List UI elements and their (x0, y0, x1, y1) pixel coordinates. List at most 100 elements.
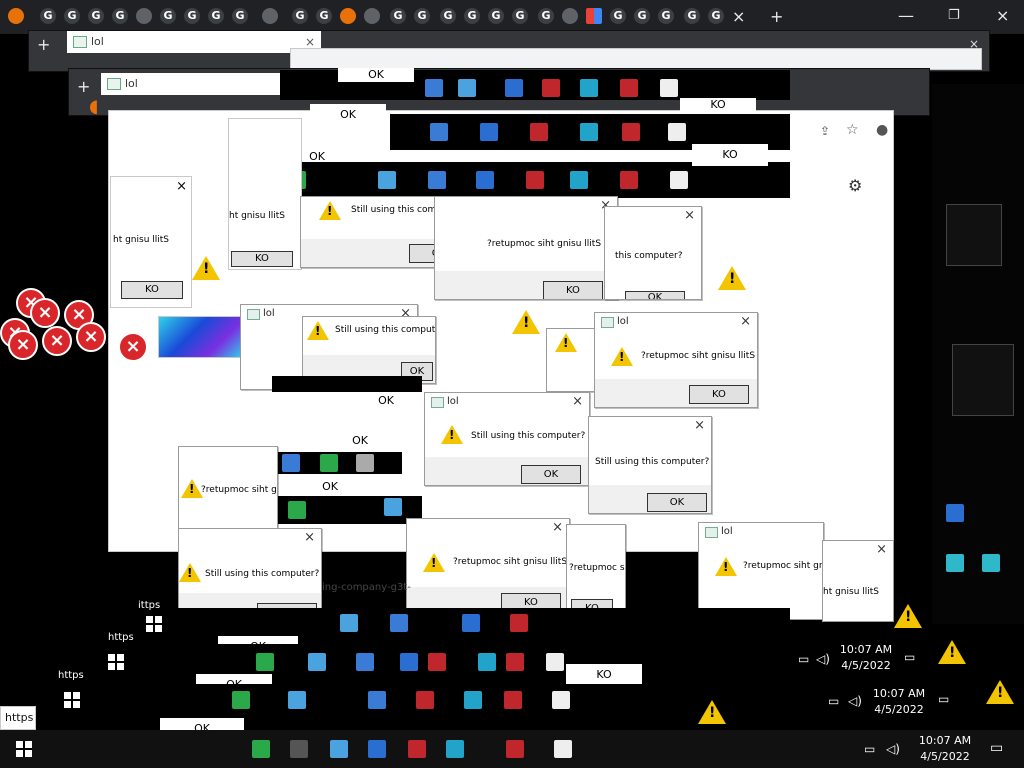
google-g-icon[interactable] (390, 8, 406, 24)
app-icon[interactable] (428, 171, 446, 189)
app-icon[interactable] (580, 79, 598, 97)
chrome-icon[interactable] (320, 454, 338, 472)
globe-icon[interactable] (562, 8, 578, 24)
google-g-icon[interactable] (488, 8, 504, 24)
ok-button[interactable]: OK (625, 291, 685, 299)
close-icon[interactable]: × (176, 179, 187, 194)
google-g-icon[interactable] (684, 8, 700, 24)
notification-icon[interactable]: ▭ (938, 692, 949, 706)
app-icon[interactable] (462, 614, 480, 632)
globe-icon[interactable] (262, 8, 278, 24)
calculator-icon[interactable] (668, 123, 686, 141)
close-icon[interactable]: × (684, 208, 695, 223)
settings-icon[interactable]: ⚙ (848, 176, 862, 195)
toolbox-icon[interactable] (408, 740, 426, 758)
google-g-icon[interactable] (208, 8, 224, 24)
toolbox-icon[interactable] (428, 653, 446, 671)
windows-start-icon[interactable] (16, 741, 32, 757)
google-g-icon[interactable] (112, 8, 128, 24)
ok-button[interactable]: KO (543, 281, 603, 299)
chrome-icon[interactable] (256, 653, 274, 671)
close-window-button[interactable]: × (996, 8, 1009, 24)
app-icon[interactable] (458, 79, 476, 97)
address-bar[interactable] (290, 48, 982, 70)
globe-icon[interactable] (136, 8, 152, 24)
profile-icon[interactable]: ● (876, 122, 888, 138)
close-icon[interactable]: × (552, 520, 563, 535)
ok-button[interactable]: KO (566, 664, 642, 686)
close-icon[interactable]: × (876, 542, 887, 557)
toolbox-icon[interactable] (506, 740, 524, 758)
toolbox-icon[interactable] (504, 691, 522, 709)
new-tab-button[interactable]: + (37, 37, 50, 53)
chrome-icon[interactable] (288, 501, 306, 519)
app-icon[interactable] (368, 740, 386, 758)
app-icon[interactable] (384, 498, 402, 516)
ok-button[interactable]: KO (231, 251, 293, 267)
app-icon[interactable] (446, 740, 464, 758)
app-icon[interactable] (464, 691, 482, 709)
app-icon[interactable] (356, 454, 374, 472)
close-icon[interactable]: × (304, 530, 315, 545)
chrome-icon[interactable] (8, 8, 24, 24)
taskbar-clock[interactable]: 10:07 AM 4/5/2022 (868, 686, 930, 718)
network-icon[interactable]: ▭ (798, 652, 809, 666)
ok-button[interactable]: OK (310, 104, 386, 126)
volume-icon[interactable]: ◁) (816, 652, 830, 666)
taskbar-clock[interactable]: 10:07 AM 4/5/2022 (834, 642, 898, 674)
google-g-icon[interactable] (538, 8, 554, 24)
microsoft-icon[interactable] (586, 8, 602, 24)
google-g-icon[interactable] (88, 8, 104, 24)
app-icon[interactable] (340, 614, 358, 632)
app-icon[interactable] (330, 740, 348, 758)
app-icon[interactable] (476, 171, 494, 189)
app-icon[interactable] (308, 653, 326, 671)
close-tab-icon[interactable]: × (732, 9, 745, 25)
app-icon[interactable] (288, 691, 306, 709)
ok-button[interactable]: KO (692, 144, 768, 166)
chrome-icon[interactable] (340, 8, 356, 24)
app-icon[interactable] (390, 614, 408, 632)
close-icon[interactable]: × (694, 418, 705, 433)
google-g-icon[interactable] (184, 8, 200, 24)
google-g-icon[interactable] (64, 8, 80, 24)
ok-button[interactable]: OK (292, 476, 368, 498)
network-icon[interactable]: ▭ (828, 694, 839, 708)
close-icon[interactable]: × (572, 394, 583, 409)
google-g-icon[interactable] (316, 8, 332, 24)
ok-button[interactable]: OK (521, 465, 581, 484)
google-g-icon[interactable] (160, 8, 176, 24)
chrome-icon[interactable] (232, 691, 250, 709)
calculator-icon[interactable] (670, 171, 688, 189)
app-icon[interactable] (570, 171, 588, 189)
google-g-icon[interactable] (232, 8, 248, 24)
toolbox-icon[interactable] (542, 79, 560, 97)
share-icon[interactable]: ⇪ (820, 124, 830, 138)
toolbox-icon[interactable] (620, 171, 638, 189)
ok-button[interactable]: KO (689, 385, 749, 404)
chrome-icon[interactable] (252, 740, 270, 758)
volume-icon[interactable]: ◁) (886, 742, 900, 756)
google-g-icon[interactable] (708, 8, 724, 24)
minimize-button[interactable]: — (898, 8, 914, 24)
windows-start-icon[interactable] (64, 692, 80, 708)
google-g-icon[interactable] (512, 8, 528, 24)
app-icon[interactable] (400, 653, 418, 671)
google-g-icon[interactable] (414, 8, 430, 24)
app-icon[interactable] (505, 79, 523, 97)
windows-start-icon[interactable] (146, 616, 162, 632)
google-g-icon[interactable] (634, 8, 650, 24)
app-icon[interactable] (290, 740, 308, 758)
notification-icon[interactable]: ▭ (904, 650, 915, 664)
google-g-icon[interactable] (658, 8, 674, 24)
app-icon[interactable] (425, 79, 443, 97)
notification-icon[interactable]: ▭ (990, 740, 1003, 756)
google-g-icon[interactable] (464, 8, 480, 24)
toolbox-icon[interactable] (620, 79, 638, 97)
google-g-icon[interactable] (40, 8, 56, 24)
ok-button[interactable]: OK (348, 392, 424, 410)
ok-button[interactable]: KO (680, 98, 756, 112)
app-icon[interactable] (580, 123, 598, 141)
new-tab-button[interactable]: + (770, 9, 783, 25)
ok-button[interactable]: OK (647, 493, 707, 512)
